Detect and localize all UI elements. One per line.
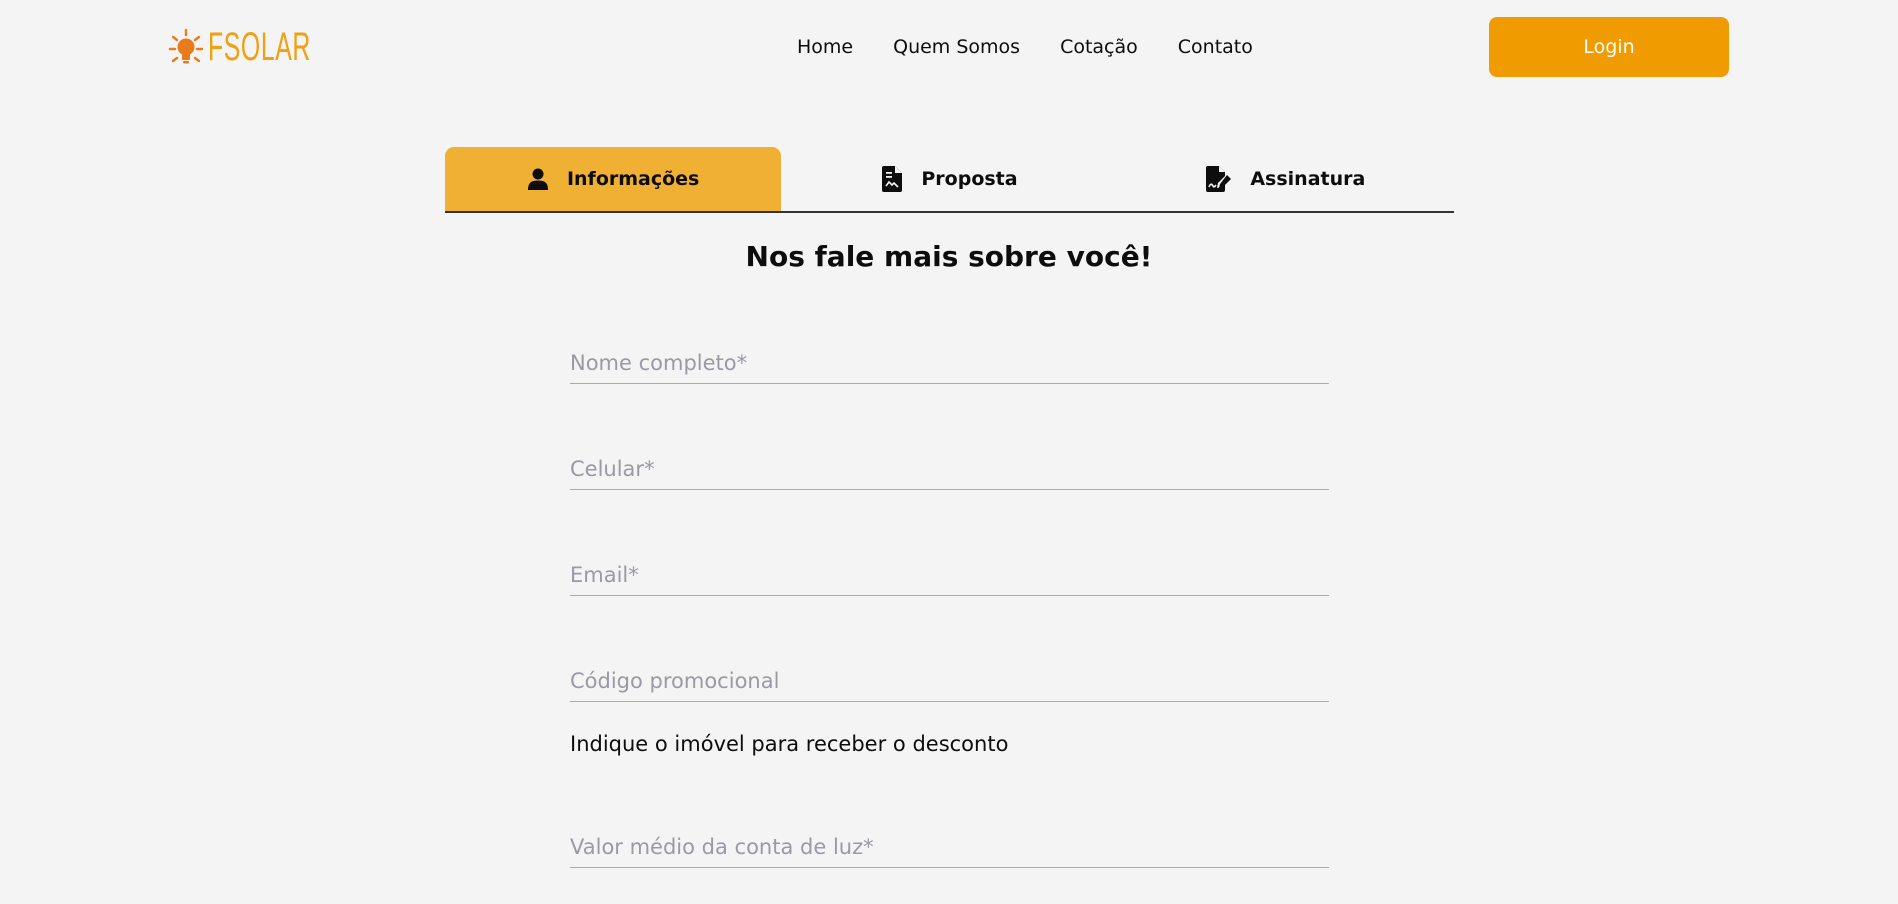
- phone-input[interactable]: [570, 438, 1329, 489]
- tab-label: Assinatura: [1250, 168, 1366, 190]
- nav-cotacao[interactable]: Cotação: [1060, 36, 1138, 58]
- step-tabs: Informações Proposta Assinatura: [445, 147, 1454, 213]
- tab-assinatura[interactable]: Assinatura: [1118, 147, 1454, 211]
- tab-label: Proposta: [921, 168, 1018, 190]
- header: FSOLAR Home Quem Somos Cotação Contato L…: [0, 0, 1898, 100]
- tab-informacoes[interactable]: Informações: [445, 147, 782, 211]
- nav-quem-somos[interactable]: Quem Somos: [893, 36, 1020, 58]
- login-button[interactable]: Login: [1489, 17, 1729, 77]
- email-field: [570, 544, 1329, 596]
- bill-value-field: [570, 816, 1329, 868]
- name-input[interactable]: [570, 332, 1329, 383]
- main-nav: Home Quem Somos Cotação Contato: [797, 36, 1293, 58]
- form-title: Nos fale mais sobre você!: [745, 240, 1153, 273]
- name-field: [570, 332, 1329, 384]
- user-icon: [527, 166, 549, 192]
- sun-bulb-icon: [168, 28, 204, 64]
- promo-hint: Indique o imóvel para receber o desconto: [570, 732, 1009, 756]
- promo-code-input[interactable]: [570, 650, 1329, 701]
- promo-code-field: [570, 650, 1329, 702]
- nav-home[interactable]: Home: [797, 36, 853, 58]
- email-input[interactable]: [570, 544, 1329, 595]
- phone-field: [570, 438, 1329, 490]
- logo[interactable]: FSOLAR: [168, 24, 374, 70]
- tab-proposta[interactable]: Proposta: [781, 147, 1117, 211]
- signature-icon: [1206, 166, 1232, 192]
- document-icon: [881, 166, 903, 192]
- logo-text: FSOLAR: [208, 24, 311, 69]
- nav-contato[interactable]: Contato: [1178, 36, 1253, 58]
- tab-label: Informações: [566, 168, 700, 190]
- bill-value-input[interactable]: [570, 816, 1329, 867]
